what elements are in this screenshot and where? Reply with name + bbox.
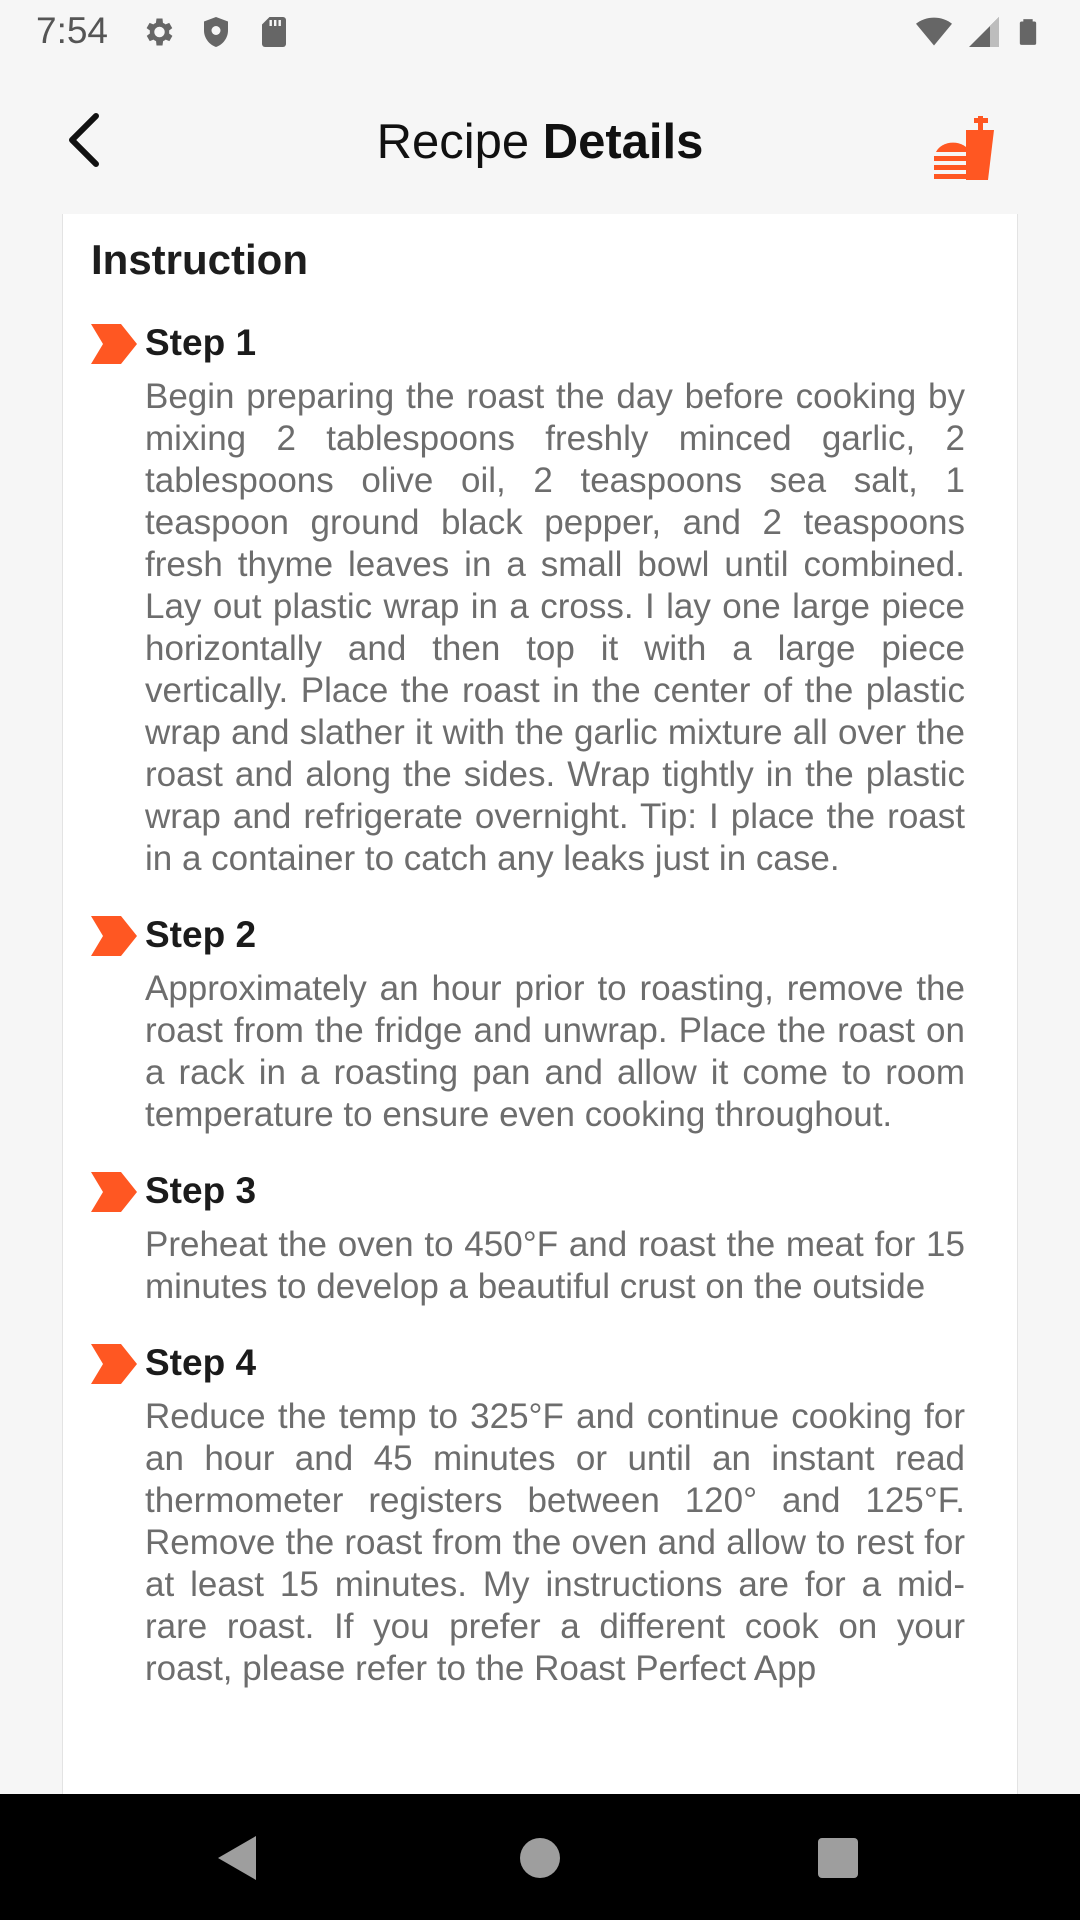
system-nav-bar [0, 1794, 1080, 1920]
step-text: Approximately an hour prior to roasting,… [145, 969, 965, 1134]
step-text: Reduce the temp to 325°F and continue co… [145, 1397, 965, 1688]
step-title: Step 4 [145, 1342, 257, 1383]
step-chevron-icon [91, 1172, 137, 1212]
cell-signal-icon [969, 17, 999, 47]
step-header: Step 3 [63, 1162, 1017, 1222]
shield-icon [204, 17, 228, 47]
gear-icon [146, 18, 173, 46]
step-chevron-icon [91, 1344, 137, 1384]
step-item: Step 3 Preheat the oven to 450°F and roa… [63, 1162, 1017, 1308]
instruction-title: Instruction [91, 236, 308, 283]
step-item: Step 2 Approximately an hour prior to ro… [63, 906, 1017, 1136]
app-bar: Recipe Details [0, 64, 1080, 216]
step-title: Step 1 [145, 322, 257, 363]
step-title: Step 2 [145, 914, 257, 955]
step-item: Step 4 Reduce the temp to 325°F and cont… [63, 1334, 1017, 1690]
status-bar: 7:54 [0, 0, 1080, 64]
step-header: Step 4 [63, 1334, 1017, 1394]
page-title: Recipe Details [0, 114, 1080, 170]
steps-list: Step 1 Begin preparing the roast the day… [63, 314, 1017, 1716]
recents-square-icon[interactable] [808, 1828, 868, 1888]
step-title: Step 3 [145, 1170, 257, 1211]
instruction-card: Instruction Step 1 Begin preparing the r… [62, 214, 1018, 1794]
status-icons-right [914, 14, 1042, 50]
status-icons-left [140, 14, 292, 50]
step-text: Begin preparing the roast the day before… [145, 377, 965, 878]
battery-icon [1019, 19, 1037, 45]
wifi-icon [916, 17, 952, 46]
page-title-regular: Recipe [376, 115, 543, 169]
status-time: 7:54 [36, 10, 109, 51]
step-chevron-icon [91, 916, 137, 956]
step-item: Step 1 Begin preparing the roast the day… [63, 314, 1017, 880]
step-chevron-icon [91, 324, 137, 364]
page-title-bold: Details [542, 115, 704, 169]
sd-card-icon [262, 17, 286, 47]
home-circle-icon[interactable] [510, 1828, 570, 1888]
step-header: Step 1 [63, 314, 1017, 374]
step-text: Preheat the oven to 450°F and roast the … [145, 1225, 965, 1306]
step-header: Step 2 [63, 906, 1017, 966]
food-logo-icon[interactable] [930, 112, 1000, 182]
back-triangle-icon[interactable] [210, 1828, 270, 1888]
